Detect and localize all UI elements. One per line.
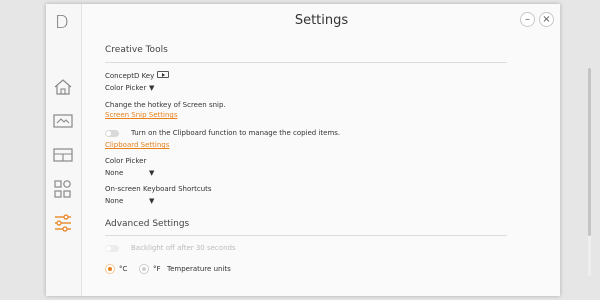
conceptd-key-label: ConceptD Key [105,71,170,80]
clipboard-toggle[interactable] [105,130,119,137]
main-panel: Settings – × Creative Tools ConceptD Key… [83,4,591,296]
divider [105,62,507,63]
conceptd-key-value: Color Picker [105,84,147,92]
conceptd-key-text: ConceptD Key [105,72,155,80]
color-picker-label: Color Picker [105,157,147,165]
divider [105,235,507,236]
sidebar-item-home[interactable] [52,76,74,98]
fahrenheit-radio[interactable] [139,264,149,274]
osk-shortcuts-select[interactable]: None ▼ [105,197,154,205]
scrollbar-thumb[interactable] [588,68,591,236]
chevron-down-icon: ▼ [149,169,155,177]
sidebar-item-apps[interactable] [52,178,74,200]
celsius-label: °C [119,265,128,273]
sidebar: D [46,4,82,296]
backlight-toggle[interactable] [105,245,119,252]
page-title: Settings [294,13,349,28]
screen-snip-settings-link[interactable]: Screen Snip Settings [105,111,178,119]
section-heading-advanced-settings: Advanced Settings [105,219,190,229]
clipboard-toggle-label: Turn on the Clipboard function to manage… [131,129,341,137]
celsius-radio[interactable] [105,264,115,274]
sidebar-item-layout[interactable] [52,144,74,166]
section-heading-creative-tools: Creative Tools [105,45,168,55]
sliders-icon [55,214,71,232]
display-icon [53,114,73,128]
scrollbar[interactable] [588,68,591,276]
settings-window: D Settings – × Creative Tools ConceptD K… [46,4,591,296]
sidebar-item-settings[interactable] [52,212,74,234]
layout-icon [53,148,73,162]
temperature-units-label: Temperature units [167,265,231,273]
osk-shortcuts-value: None [105,197,124,205]
chevron-down-icon: ▼ [149,197,155,205]
key-icon [157,71,170,78]
osk-shortcuts-label: On-screen Keyboard Shortcuts [105,185,212,193]
clipboard-settings-link[interactable]: Clipboard Settings [105,141,169,149]
apps-icon [54,180,71,198]
minimize-button[interactable]: – [520,12,535,27]
color-picker-select[interactable]: None ▼ [105,169,154,177]
screen-snip-label: Change the hotkey of Screen snip. [105,101,226,109]
conceptd-key-select[interactable]: Color Picker ▼ [105,84,154,92]
color-picker-value: None [105,169,124,177]
home-icon [54,79,72,95]
sidebar-item-display[interactable] [52,110,74,132]
chevron-down-icon: ▼ [149,84,155,92]
fahrenheit-label: °F [153,265,161,273]
backlight-toggle-label: Backlight off after 30 seconds [131,244,236,252]
app-logo: D [55,12,69,33]
close-button[interactable]: × [539,12,554,27]
